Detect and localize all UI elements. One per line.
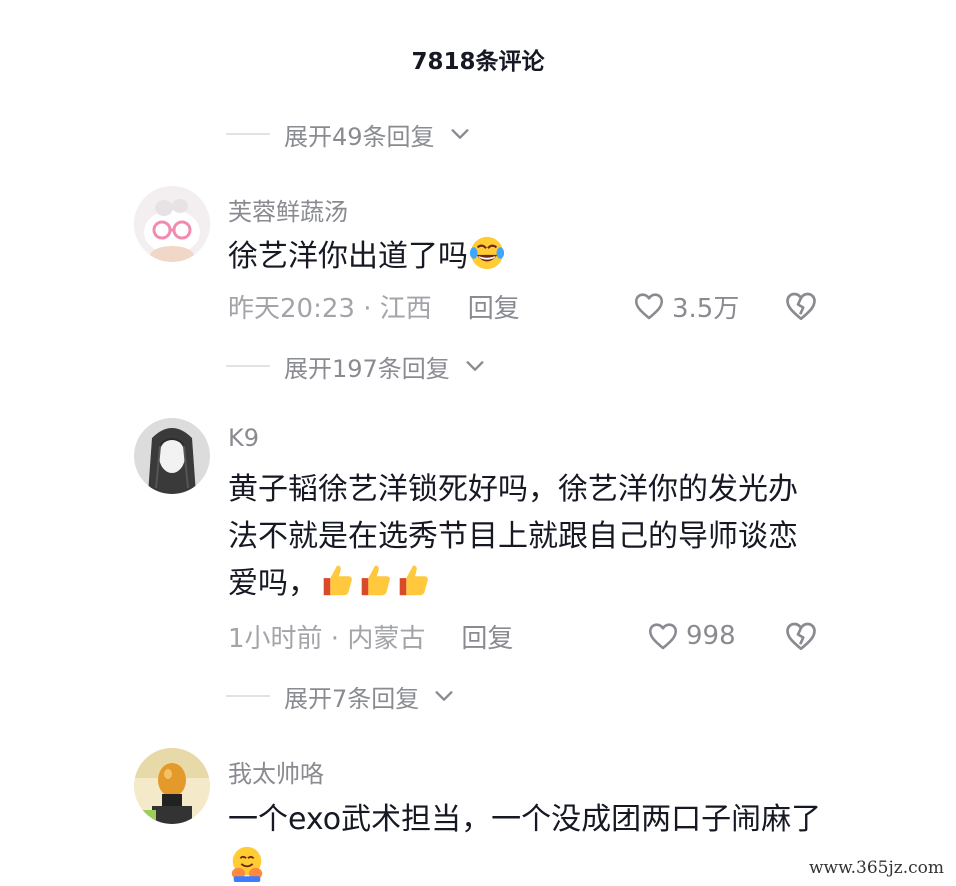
like-count: 3.5万 [672,293,740,324]
comment-text-row: 徐艺洋你出道了吗 [228,233,828,280]
divider-line [226,133,270,135]
like-button[interactable]: 998 [646,619,736,653]
comment-text-row: 黄子韬徐艺洋锁死好吗，徐艺洋你的发光办法不就是在选秀节目上就跟自己的导师谈恋爱吗… [228,466,808,607]
comment-text: 黄子韬徐艺洋锁死好吗，徐艺洋你的发光办法不就是在选秀节目上就跟自己的导师谈恋爱吗… [228,472,798,601]
like-count: 998 [686,621,736,651]
expand-replies-label: 展开197条回复 [284,354,450,383]
expand-replies-button[interactable]: 展开7条回复 [226,679,455,713]
comment-username[interactable]: K9 [228,424,259,452]
like-button[interactable]: 3.5万 [632,288,739,325]
expand-replies-button[interactable]: 展开197条回复 [226,349,486,383]
expand-replies-label: 展开49条回复 [284,122,435,151]
heart-icon [634,293,664,320]
comment-count-title: 7818条评论 [411,49,545,75]
rofl-emoji-icon [469,236,505,270]
comment-text: 一个exo武术担当，一个没成团两口子闹麻了 [228,802,822,837]
broken-heart-icon[interactable] [783,288,819,324]
heart-icon [648,623,678,650]
thumbs-up-icon [323,565,352,596]
expand-replies-button[interactable]: 展开49条回复 [226,117,471,151]
broken-heart-icon[interactable] [783,618,819,654]
comment-meta: 1小时前 · 内蒙古 回复 998 [228,616,828,656]
comment-text-row: 一个exo武术担当，一个没成团两口子闹麻了 [228,796,828,886]
divider-line [226,365,270,367]
comment-username[interactable]: 我太帅咯 [228,754,324,789]
thumbs-up-icon [361,565,390,596]
comment-time-location: 1小时前 · 内蒙古 [228,623,426,654]
hug-emoji-icon [231,846,263,882]
comment-username[interactable]: 芙蓉鲜蔬汤 [228,192,348,227]
thumbs-up-icon [399,565,428,596]
chevron-down-icon [466,361,484,371]
reply-button[interactable]: 回复 [461,618,513,655]
comment-time-location: 昨天20:23 · 江西 [228,293,432,324]
chevron-down-icon [435,691,453,701]
avatar[interactable] [134,186,210,262]
expand-replies-label: 展开7条回复 [284,684,420,713]
site-watermark: www.365jz.com [805,856,948,880]
avatar[interactable] [134,748,210,824]
comment-text: 徐艺洋你出道了吗 [228,239,468,274]
divider-line [226,695,270,697]
chevron-down-icon [451,129,469,139]
reply-button[interactable]: 回复 [468,288,520,325]
comment-meta: 昨天20:23 · 江西 回复 3.5万 [228,286,828,326]
avatar[interactable] [134,418,210,494]
thumbs-up-emoji-group [318,565,432,601]
comments-panel: 7818条评论 展开49条回复 芙蓉鲜蔬汤 徐艺洋你出道了吗 昨天20:23 ·… [0,0,956,886]
